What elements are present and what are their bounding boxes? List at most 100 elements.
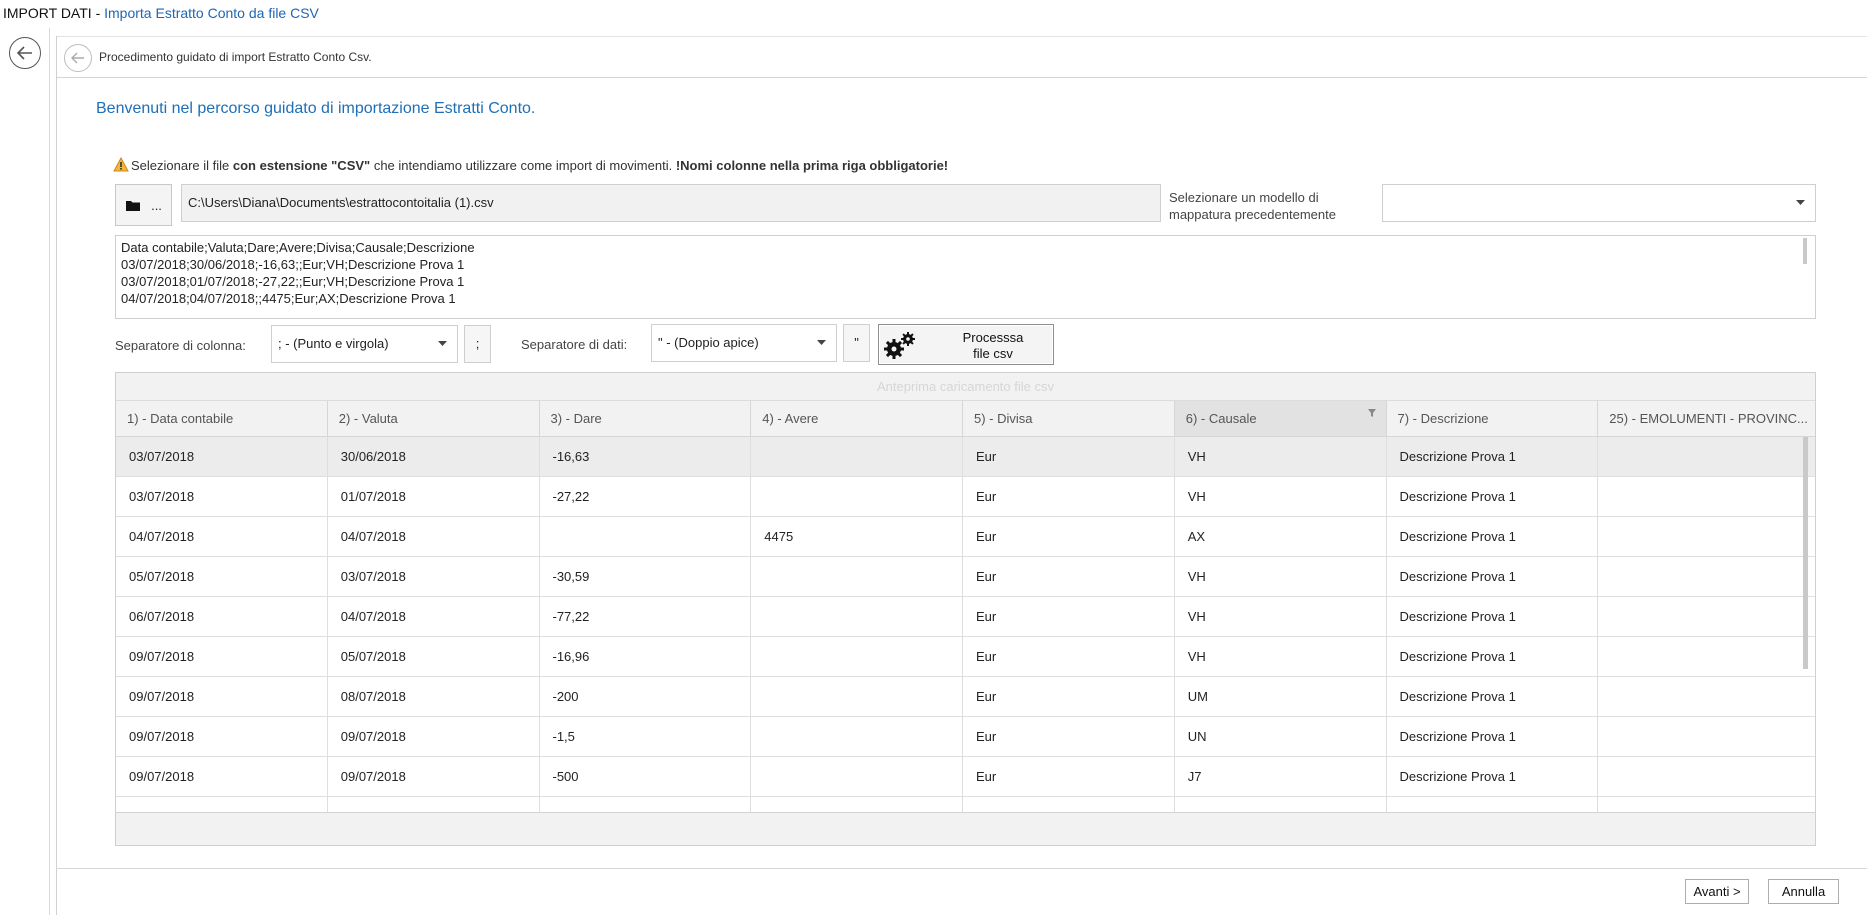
table-row[interactable] <box>116 797 1815 813</box>
table-cell[interactable]: 03/07/2018 <box>328 557 540 596</box>
table-cell[interactable] <box>751 597 963 636</box>
table-cell[interactable]: Eur <box>963 517 1175 556</box>
table-cell[interactable]: -16,63 <box>540 437 752 476</box>
column-header[interactable]: 5) - Divisa <box>963 401 1175 436</box>
table-cell[interactable]: Eur <box>963 597 1175 636</box>
filter-icon[interactable] <box>1367 409 1376 417</box>
table-cell[interactable]: Descrizione Prova 1 <box>1387 557 1599 596</box>
data-separator-dropdown[interactable]: " - (Doppio apice) <box>651 324 837 362</box>
table-cell[interactable]: Descrizione Prova 1 <box>1387 717 1599 756</box>
table-cell[interactable] <box>1598 597 1815 636</box>
table-cell[interactable]: 09/07/2018 <box>116 757 328 796</box>
table-cell[interactable]: UN <box>1175 717 1387 756</box>
table-cell[interactable] <box>540 797 752 813</box>
table-cell[interactable]: Descrizione Prova 1 <box>1387 517 1599 556</box>
table-cell[interactable]: Descrizione Prova 1 <box>1387 677 1599 716</box>
column-header[interactable]: 4) - Avere <box>751 401 963 436</box>
table-cell[interactable] <box>1598 757 1815 796</box>
table-cell[interactable]: Eur <box>963 757 1175 796</box>
table-cell[interactable] <box>751 557 963 596</box>
table-cell[interactable] <box>751 677 963 716</box>
table-cell[interactable]: Descrizione Prova 1 <box>1387 637 1599 676</box>
table-cell[interactable]: 03/07/2018 <box>116 437 328 476</box>
table-cell[interactable]: Eur <box>963 677 1175 716</box>
table-cell[interactable] <box>1598 437 1815 476</box>
table-cell[interactable]: 03/07/2018 <box>116 477 328 516</box>
data-separator-char[interactable]: " <box>843 324 870 362</box>
column-separator-char[interactable]: ; <box>464 325 491 363</box>
table-cell[interactable]: Descrizione Prova 1 <box>1387 597 1599 636</box>
table-cell[interactable]: Eur <box>963 717 1175 756</box>
table-cell[interactable]: 09/07/2018 <box>116 637 328 676</box>
table-cell[interactable] <box>751 637 963 676</box>
table-row[interactable]: 09/07/2018 09/07/2018 -1,5 Eur UN Descrizione… <box>116 717 1815 757</box>
column-header-selected[interactable]: 6) - Causale <box>1174 401 1387 436</box>
browse-file-button[interactable]: ... <box>115 184 172 226</box>
table-cell[interactable]: VH <box>1175 477 1387 516</box>
table-cell[interactable]: 04/07/2018 <box>116 517 328 556</box>
grid-scrollbar[interactable] <box>1803 437 1808 669</box>
table-row[interactable]: 05/07/2018 03/07/2018 -30,59 Eur VH Descrizio… <box>116 557 1815 597</box>
table-row[interactable]: 09/07/2018 08/07/2018 -200 Eur UM Descrizione… <box>116 677 1815 717</box>
table-cell[interactable]: Eur <box>963 637 1175 676</box>
table-row[interactable]: 03/07/2018 30/06/2018 -16,63 Eur VH Descrizio… <box>116 437 1815 477</box>
table-cell[interactable]: VH <box>1175 597 1387 636</box>
table-cell[interactable]: Eur <box>963 477 1175 516</box>
table-cell[interactable]: 04/07/2018 <box>328 597 540 636</box>
table-cell[interactable]: Descrizione Prova 1 <box>1387 437 1599 476</box>
table-cell[interactable]: UM <box>1175 677 1387 716</box>
file-path-field[interactable]: C:\Users\Diana\Documents\estrattocontoit… <box>181 184 1161 222</box>
table-cell[interactable]: 05/07/2018 <box>116 557 328 596</box>
table-cell[interactable]: Eur <box>963 557 1175 596</box>
table-cell[interactable]: -77,22 <box>540 597 752 636</box>
table-cell[interactable]: -1,5 <box>540 717 752 756</box>
table-cell[interactable] <box>751 477 963 516</box>
table-cell[interactable] <box>1598 717 1815 756</box>
preview-scrollbar[interactable] <box>1803 238 1807 264</box>
table-cell[interactable] <box>328 797 540 813</box>
table-cell[interactable]: AX <box>1175 517 1387 556</box>
table-cell[interactable]: 30/06/2018 <box>328 437 540 476</box>
table-cell[interactable] <box>1175 797 1387 813</box>
table-cell[interactable]: 4475 <box>751 517 963 556</box>
table-cell[interactable]: 09/07/2018 <box>116 717 328 756</box>
table-row[interactable]: 09/07/2018 05/07/2018 -16,96 Eur VH Descrizio… <box>116 637 1815 677</box>
column-header[interactable]: 25) - EMOLUMENTI - PROVINC... <box>1598 401 1815 436</box>
table-cell[interactable]: 05/07/2018 <box>328 637 540 676</box>
table-cell[interactable] <box>1598 677 1815 716</box>
table-cell[interactable] <box>1598 797 1815 813</box>
table-cell[interactable]: -16,96 <box>540 637 752 676</box>
table-row[interactable]: 09/07/2018 09/07/2018 -500 Eur J7 Descrizione… <box>116 757 1815 797</box>
table-cell[interactable] <box>1598 557 1815 596</box>
table-cell[interactable]: 04/07/2018 <box>328 517 540 556</box>
table-cell[interactable] <box>1598 637 1815 676</box>
column-header[interactable]: 2) - Valuta <box>328 401 540 436</box>
table-cell[interactable]: 06/07/2018 <box>116 597 328 636</box>
csv-raw-preview[interactable]: Data contabile;Valuta;Dare;Avere;Divisa;… <box>115 235 1816 319</box>
table-cell[interactable]: -200 <box>540 677 752 716</box>
table-row[interactable]: 06/07/2018 04/07/2018 -77,22 Eur VH Descrizio… <box>116 597 1815 637</box>
table-cell[interactable]: J7 <box>1175 757 1387 796</box>
next-button[interactable]: Avanti > <box>1685 879 1749 904</box>
table-cell[interactable] <box>1387 797 1599 813</box>
table-cell[interactable] <box>116 797 328 813</box>
table-cell[interactable]: VH <box>1175 637 1387 676</box>
column-header[interactable]: 3) - Dare <box>540 401 752 436</box>
table-cell[interactable] <box>963 797 1175 813</box>
table-cell[interactable]: VH <box>1175 557 1387 596</box>
table-cell[interactable]: 09/07/2018 <box>116 677 328 716</box>
back-button[interactable] <box>9 37 41 69</box>
table-cell[interactable]: Descrizione Prova 1 <box>1387 757 1599 796</box>
table-cell[interactable]: -27,22 <box>540 477 752 516</box>
mapping-model-dropdown[interactable] <box>1382 184 1816 222</box>
cancel-button[interactable]: Annulla <box>1768 879 1839 904</box>
table-cell[interactable]: 01/07/2018 <box>328 477 540 516</box>
table-cell[interactable]: -500 <box>540 757 752 796</box>
column-header[interactable]: 1) - Data contabile <box>116 401 328 436</box>
table-cell[interactable] <box>1598 477 1815 516</box>
table-cell[interactable]: 08/07/2018 <box>328 677 540 716</box>
table-cell[interactable] <box>1598 517 1815 556</box>
table-cell[interactable]: 09/07/2018 <box>328 757 540 796</box>
table-row[interactable]: 04/07/2018 04/07/2018 4475 Eur AX Descrizione… <box>116 517 1815 557</box>
table-cell[interactable]: VH <box>1175 437 1387 476</box>
